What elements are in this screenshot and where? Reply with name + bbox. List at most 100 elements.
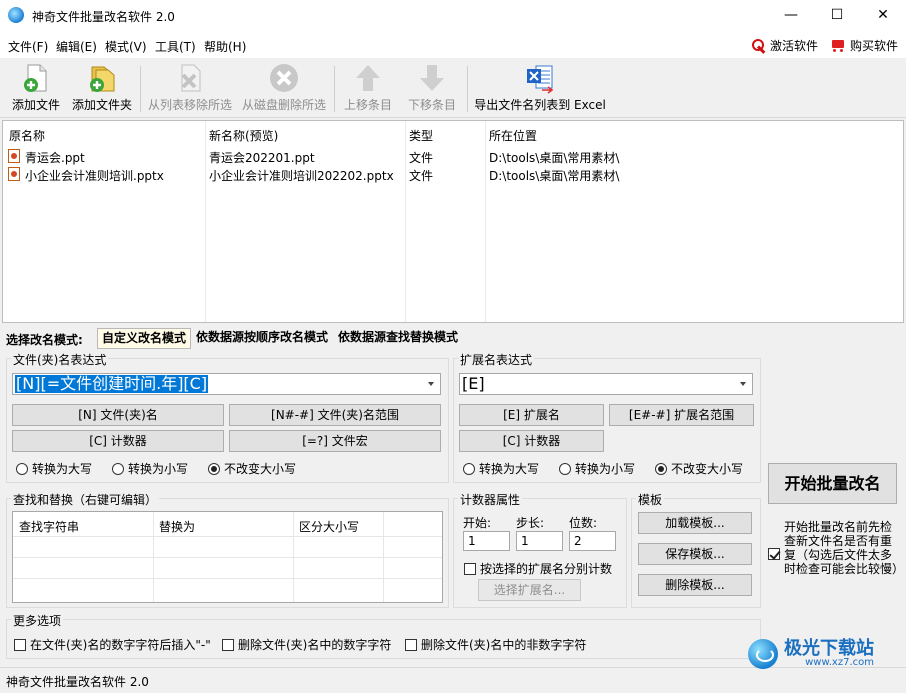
column-find: 查找字符串 (19, 520, 80, 534)
save-template-button[interactable]: 保存模板... (638, 543, 752, 565)
extension-expression-title: 扩展名表达式 (458, 351, 535, 368)
delete-circle-icon (268, 62, 300, 94)
delete-template-button[interactable]: 删除模板... (638, 574, 752, 596)
column-type[interactable]: 类型 (409, 127, 433, 144)
ext-case-keep-radio[interactable]: 不改变大小写 (655, 460, 743, 477)
radio-dot (559, 462, 571, 475)
minimize-button[interactable]: — (768, 0, 814, 32)
name-expression-combo[interactable]: [N][=文件创建时间.年][C] (12, 373, 441, 395)
insert-extension-button[interactable]: [E] 扩展名 (459, 404, 604, 426)
ext-case-upper-radio[interactable]: 转换为大写 (463, 460, 539, 477)
radio-dot (655, 462, 667, 475)
toolbar: 添加文件 添加文件夹 从列表移除所选 从磁盘删除所选 上移条目 下移条目 导出文… (0, 58, 906, 118)
name-case-lower-radio[interactable]: 转换为小写 (112, 460, 188, 477)
arrow-down-icon (416, 62, 448, 94)
menu-mode[interactable]: 模式(V) (105, 38, 147, 55)
buy-label: 购买软件 (850, 39, 899, 53)
tab-custom-mode[interactable]: 自定义改名模式 (97, 328, 192, 349)
checkbox-box (405, 638, 417, 651)
add-file-icon (20, 62, 52, 94)
column-location[interactable]: 所在位置 (489, 127, 537, 144)
ext-case-lower-radio[interactable]: 转换为小写 (559, 460, 635, 477)
column-divider (485, 121, 486, 322)
checkbox-box (768, 548, 780, 560)
chevron-down-icon[interactable] (734, 374, 752, 394)
delete-digits-checkbox[interactable]: 删除文件(夹)名中的数字字符 (222, 636, 391, 653)
column-new-name[interactable]: 新名称(预览) (209, 127, 278, 144)
radio-label: 转换为小写 (128, 462, 189, 476)
delete-non-digits-checkbox[interactable]: 删除文件(夹)名中的非数字字符 (405, 636, 586, 653)
checkbox-label: 删除文件(夹)名中的非数字字符 (421, 638, 587, 652)
tab-find-replace-source-mode[interactable]: 依数据源查找替换模式 (334, 328, 462, 349)
radio-dot (16, 462, 28, 475)
file-list[interactable]: 原名称 新名称(预览) 类型 所在位置 青运会.ppt 青运会202201.pp… (2, 120, 904, 323)
radio-dot (112, 462, 124, 475)
counter-step-input[interactable]: 1 (516, 531, 563, 551)
column-original-name[interactable]: 原名称 (9, 127, 45, 144)
cell-type: 文件 (409, 151, 434, 165)
remove-file-icon (174, 62, 206, 94)
cell-original: 青运会.ppt (25, 151, 85, 165)
insert-extension-range-button[interactable]: [E#-#] 扩展名范围 (609, 404, 754, 426)
radio-label: 不改变大小写 (671, 462, 744, 476)
mode-selector: 选择改名模式: 自定义改名模式 依数据源按顺序改名模式 依数据源查找替换模式 (0, 326, 906, 350)
chevron-down-icon[interactable] (422, 374, 440, 394)
radio-label: 不改变大小写 (224, 462, 297, 476)
insert-counter-button[interactable]: [C] 计数器 (12, 430, 224, 452)
delete-from-disk-button[interactable]: 从磁盘删除所选 (238, 62, 330, 116)
watermark-name: 极光下载站 (784, 638, 874, 659)
counter-start-input[interactable]: 1 (463, 531, 510, 551)
insert-ext-counter-button[interactable]: [C] 计数器 (459, 430, 604, 452)
menu-help[interactable]: 帮助(H) (204, 38, 246, 55)
cell-location: D:\tools\桌面\常用素材\ (489, 169, 620, 183)
insert-macro-button[interactable]: [=?] 文件宏 (229, 430, 441, 452)
name-case-upper-radio[interactable]: 转换为大写 (16, 460, 92, 477)
template-title: 模板 (636, 491, 665, 508)
menu-file[interactable]: 文件(F) (8, 38, 48, 55)
insert-name-button[interactable]: [N] 文件(夹)名 (12, 404, 224, 426)
remove-from-list-button[interactable]: 从列表移除所选 (145, 62, 235, 116)
maximize-button[interactable]: ☐ (814, 0, 860, 32)
menu-bar: 文件(F) 编辑(E) 模式(V) 工具(T) 帮助(H) 激活软件 购买软件 (0, 32, 906, 58)
column-divider (405, 121, 406, 322)
load-template-button[interactable]: 加载模板... (638, 512, 752, 534)
buy-link[interactable]: 购买软件 (830, 37, 898, 54)
add-file-button[interactable]: 添加文件 (8, 62, 64, 116)
more-options-title: 更多选项 (11, 612, 64, 629)
add-file-label: 添加文件 (11, 98, 60, 112)
extension-expression-combo[interactable]: [E] (459, 373, 753, 395)
add-folder-button[interactable]: 添加文件夹 (69, 62, 135, 116)
find-replace-grid[interactable]: 查找字符串 替换为 区分大小写 (12, 511, 443, 603)
menu-edit[interactable]: 编辑(E) (56, 38, 97, 55)
move-up-label: 上移条目 (343, 98, 392, 112)
cell-location: D:\tools\桌面\常用素材\ (489, 151, 620, 165)
move-down-button[interactable]: 下移条目 (404, 62, 460, 116)
cell-preview: 青运会202201.ppt (209, 151, 315, 165)
counter-start-label: 开始: (463, 516, 492, 530)
menu-tools[interactable]: 工具(T) (155, 38, 196, 55)
start-batch-rename-button[interactable]: 开始批量改名 (768, 463, 897, 504)
column-replace: 替换为 (159, 520, 196, 534)
export-excel-label: 导出文件名列表到 Excel (474, 98, 606, 112)
add-folder-icon (86, 62, 118, 94)
radio-label: 转换为小写 (575, 462, 636, 476)
radio-dot (463, 462, 475, 475)
insert-name-range-button[interactable]: [N#-#] 文件(夹)名范围 (229, 404, 441, 426)
grid-divider (13, 557, 442, 558)
name-case-keep-radio[interactable]: 不改变大小写 (208, 460, 296, 477)
extension-expression-value: [E] (462, 374, 485, 393)
move-up-button[interactable]: 上移条目 (340, 62, 396, 116)
per-extension-checkbox[interactable]: 按选择的扩展名分别计数 (464, 560, 612, 577)
counter-digits-input[interactable]: 2 (569, 531, 616, 551)
ppt-file-icon (8, 149, 20, 163)
tab-sequential-source-mode[interactable]: 依数据源按顺序改名模式 (192, 328, 332, 349)
choose-extension-button[interactable]: 选择扩展名... (478, 579, 581, 601)
insert-dash-checkbox[interactable]: 在文件(夹)名的数字字符后插入"-" (14, 636, 211, 653)
activate-link[interactable]: 激活软件 (752, 37, 818, 54)
grid-divider (13, 536, 442, 537)
export-excel-button[interactable]: 导出文件名列表到 Excel (474, 62, 606, 116)
cell-original: 小企业会计准则培训.pptx (25, 169, 164, 183)
check-duplicates-checkbox[interactable]: 开始批量改名前先检查新文件名是否有重复（勾选后文件太多时检查可能会比较慢） (768, 520, 904, 576)
close-button[interactable]: ✕ (860, 0, 906, 32)
counter-title: 计数器属性 (458, 491, 523, 508)
